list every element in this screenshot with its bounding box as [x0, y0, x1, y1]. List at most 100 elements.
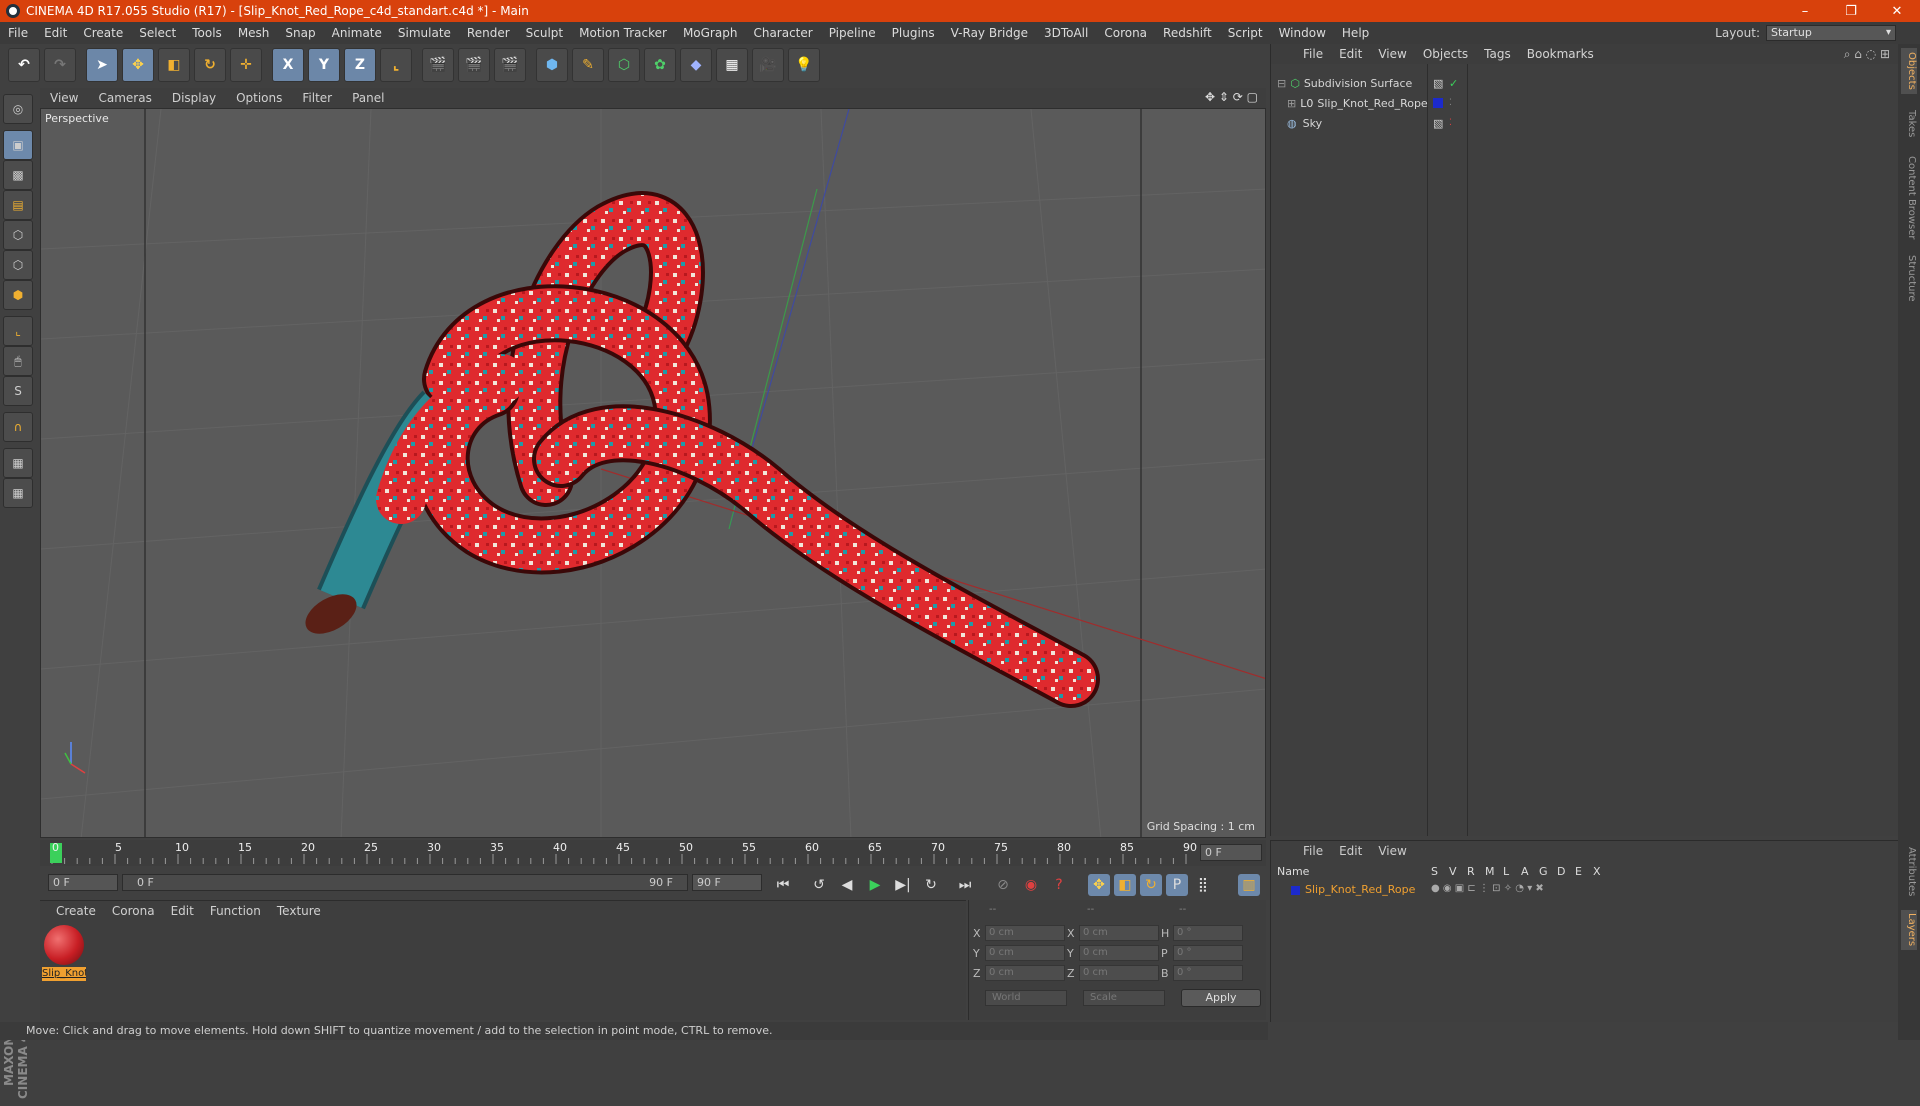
autokey-button[interactable]: ? [1048, 874, 1070, 896]
cube-button[interactable]: ⬢ [536, 48, 568, 82]
menu-mograph[interactable]: MoGraph [675, 26, 746, 40]
workplane-mode-button[interactable]: ▤ [3, 190, 33, 220]
menu-create[interactable]: Create [75, 26, 131, 40]
record-button[interactable]: ◉ [1020, 874, 1042, 896]
viewport-menu-display[interactable]: Display [162, 91, 226, 105]
axis-mode-button[interactable]: ⌞ [3, 316, 33, 346]
layer-toggle-icons[interactable]: ● ◉ ▣ ⊏ ⋮ ⊡ ✧ ◔ ▾ ✖ [1431, 883, 1544, 894]
next-frame-button[interactable]: ▶| [892, 874, 914, 896]
slip-knot-rope-model[interactable] [299, 191, 1100, 708]
apply-button[interactable]: Apply [1181, 989, 1261, 1007]
menu-tools[interactable]: Tools [184, 26, 230, 40]
objects-menu-edit[interactable]: Edit [1331, 47, 1370, 61]
magnet-button[interactable]: ∩ [3, 412, 33, 442]
subdivision-button[interactable]: ⬡ [608, 48, 640, 82]
menu-corona[interactable]: Corona [1096, 26, 1155, 40]
scale-dropdown[interactable]: Scale [1083, 990, 1165, 1006]
snap-button[interactable]: S [3, 376, 33, 406]
menu-sculpt[interactable]: Sculpt [518, 26, 571, 40]
position-x-field[interactable]: 0 cm [985, 925, 1065, 941]
viewport-menu-options[interactable]: Options [226, 91, 292, 105]
edges-mode-button[interactable]: ⬡ [3, 250, 33, 280]
rotate-button[interactable]: ↻ [194, 48, 226, 82]
go-to-start-button[interactable]: ⏮ [772, 874, 794, 896]
camera-button[interactable]: 🎥 [752, 48, 784, 82]
render-view-button[interactable]: 🎬 [422, 48, 454, 82]
coordinate-system-button[interactable]: ⌞ [380, 48, 412, 82]
material-slot[interactable]: Slip_Knot [42, 925, 86, 983]
current-frame-field[interactable]: 0 F [1200, 844, 1262, 861]
live-selection-button[interactable]: ➤ [86, 48, 118, 82]
visibility-toggle[interactable]: ▧ [1433, 77, 1443, 90]
rotation-h-field[interactable]: 0 ° [1173, 925, 1243, 941]
tab-layers[interactable]: Layers [1901, 910, 1917, 950]
key-parameter-button[interactable]: P [1166, 874, 1188, 896]
layer-row[interactable]: Slip_Knot_Red_Rope ● ◉ ▣ ⊏ ⋮ ⊡ ✧ ◔ ▾ ✖ [1271, 883, 1899, 899]
position-z-field[interactable]: 0 cm [985, 965, 1065, 981]
layers-menu-edit[interactable]: Edit [1331, 844, 1370, 858]
viewport-nav-icons[interactable]: ✥ ⇕ ⟳ ▢ [1205, 90, 1258, 104]
rotation-p-field[interactable]: 0 ° [1173, 945, 1243, 961]
menu-script[interactable]: Script [1220, 26, 1271, 40]
menu-snap[interactable]: Snap [277, 26, 323, 40]
render-picture-viewer-button[interactable]: 🎬 [458, 48, 490, 82]
menu-character[interactable]: Character [745, 26, 820, 40]
objects-menu-view[interactable]: View [1370, 47, 1414, 61]
next-key-button[interactable]: ↻ [920, 874, 942, 896]
move-button[interactable]: ✥ [122, 48, 154, 82]
go-to-end-button[interactable]: ⏭ [954, 874, 976, 896]
render-settings-button[interactable]: 🎬 [494, 48, 526, 82]
transform-button[interactable]: ✛ [230, 48, 262, 82]
previous-key-button[interactable]: ↺ [808, 874, 830, 896]
key-scale-button[interactable]: ◧ [1114, 874, 1136, 896]
tweak-mode-button[interactable]: 🖱 [3, 346, 33, 376]
end-frame-field[interactable]: 90 F [692, 874, 762, 891]
timeline-window-button[interactable]: ▥ [1238, 874, 1260, 896]
material-menu-texture[interactable]: Texture [269, 904, 329, 918]
scale-button[interactable]: ◧ [158, 48, 190, 82]
tab-attributes[interactable]: Attributes [1901, 840, 1917, 904]
timeline-ruler[interactable]: 0 5 10 15 20 25 30 35 40 45 50 55 60 65 … [40, 840, 1266, 866]
menu-animate[interactable]: Animate [324, 26, 390, 40]
previous-frame-button[interactable]: ◀ [836, 874, 858, 896]
planar-workplane-button[interactable]: ▦ [3, 478, 33, 508]
tab-structure[interactable]: Structure [1901, 250, 1917, 306]
light-button[interactable]: 💡 [788, 48, 820, 82]
layer-color-swatch[interactable] [1433, 98, 1443, 108]
redo-button[interactable]: ↷ [44, 48, 76, 82]
minimize-button[interactable]: – [1782, 0, 1828, 22]
menu-render[interactable]: Render [459, 26, 518, 40]
material-menu-corona[interactable]: Corona [104, 904, 163, 918]
menu-file[interactable]: File [0, 26, 36, 40]
floor-button[interactable]: ▦ [716, 48, 748, 82]
points-mode-button[interactable]: ⬡ [3, 220, 33, 250]
lock-workplane-button[interactable]: ▦ [3, 448, 33, 478]
menu-pipeline[interactable]: Pipeline [821, 26, 884, 40]
material-menu-function[interactable]: Function [202, 904, 269, 918]
objects-menu-objects[interactable]: Objects [1415, 47, 1476, 61]
world-dropdown[interactable]: World [985, 990, 1067, 1006]
menu-help[interactable]: Help [1334, 26, 1377, 40]
objects-menu-file[interactable]: File [1295, 47, 1331, 61]
menu-edit[interactable]: Edit [36, 26, 75, 40]
objects-menu-bookmarks[interactable]: Bookmarks [1519, 47, 1602, 61]
viewport-perspective[interactable]: Perspective Grid Spacing : 1 cm [40, 108, 1266, 838]
polygons-mode-button[interactable]: ⬢ [3, 280, 33, 310]
play-button[interactable]: ▶ [864, 874, 886, 896]
layout-dropdown[interactable]: Startup [1766, 25, 1896, 41]
tab-takes[interactable]: Takes [1901, 104, 1917, 144]
visibility-toggle[interactable]: ▧ [1433, 117, 1443, 130]
material-menu-edit[interactable]: Edit [163, 904, 202, 918]
z-axis-button[interactable]: Z [344, 48, 376, 82]
visibility-dots[interactable]: ⁚ [1449, 98, 1452, 108]
object-row-sky[interactable]: ◍ Sky ▧ ⁚ [1271, 114, 1899, 132]
keyframe-selection-button[interactable]: ⊘ [992, 874, 1014, 896]
close-button[interactable]: ✕ [1874, 0, 1920, 22]
size-x-field[interactable]: 0 cm [1079, 925, 1159, 941]
menu-redshift[interactable]: Redshift [1155, 26, 1220, 40]
deformer-button[interactable]: ◆ [680, 48, 712, 82]
objects-menu-tags[interactable]: Tags [1476, 47, 1519, 61]
frame-range-slider[interactable]: 0 F 90 F [122, 874, 688, 891]
visibility-dots[interactable]: ⁚ [1449, 118, 1452, 128]
position-y-field[interactable]: 0 cm [985, 945, 1065, 961]
